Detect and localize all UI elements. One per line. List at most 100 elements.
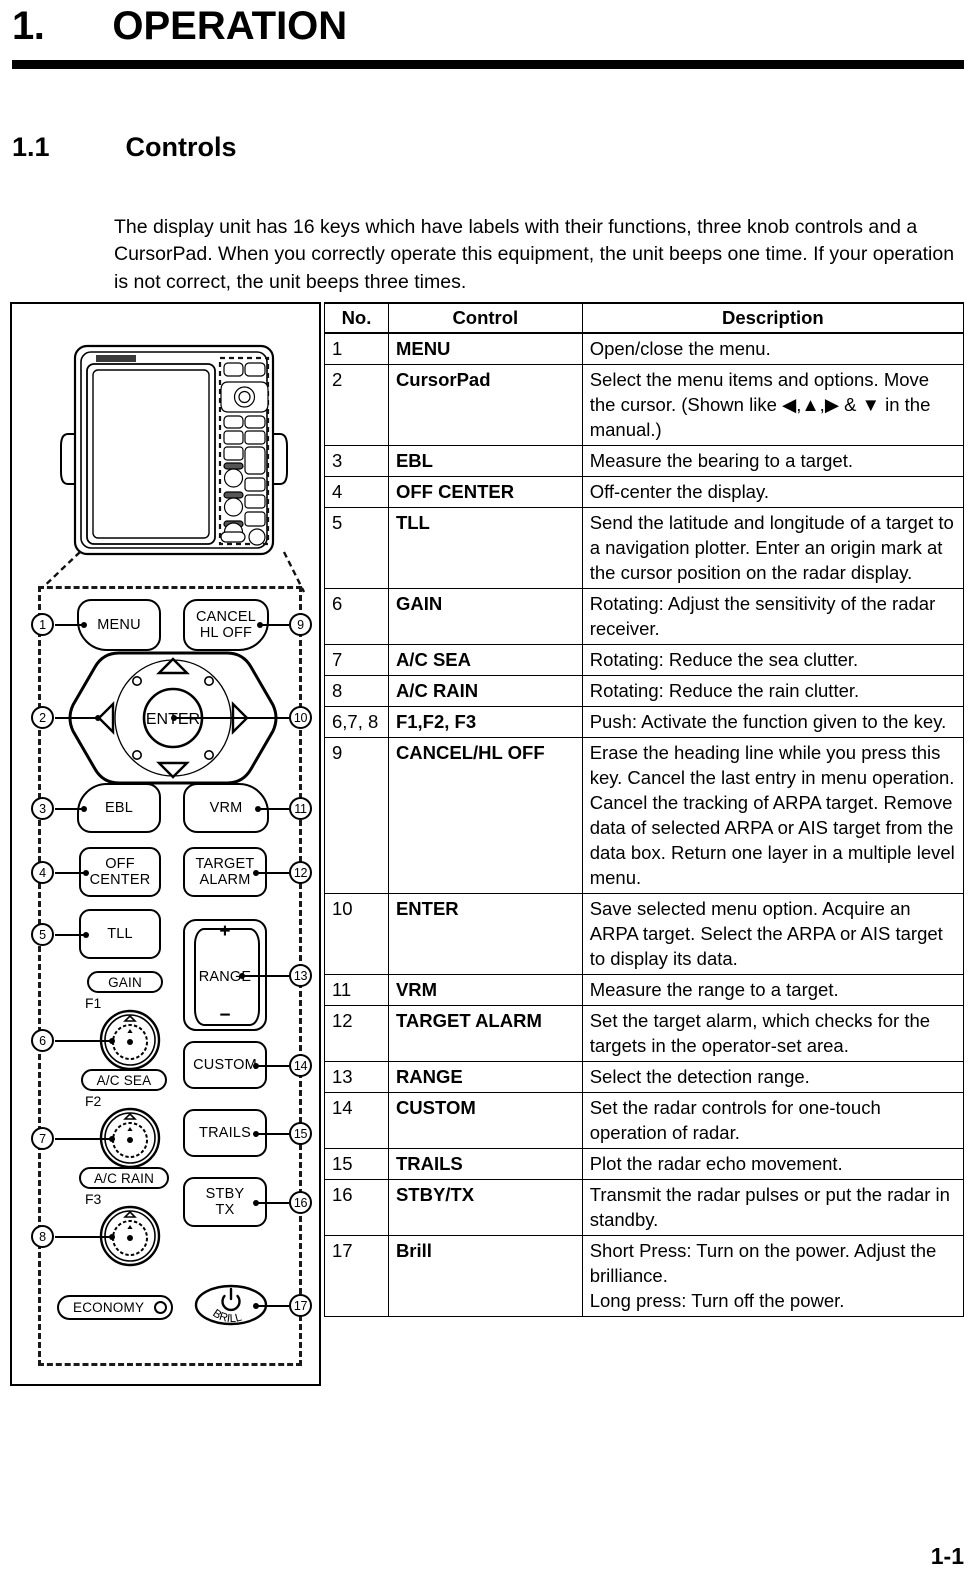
table-row: 16 STBY/TX Transmit the radar pulses or … — [324, 1179, 965, 1236]
table-row: 4 OFF CENTER Off-center the display. — [324, 476, 965, 508]
leader-1 — [55, 621, 87, 629]
callout-4: 4 — [31, 861, 54, 884]
ac-sea-label: A/C SEA — [81, 1069, 167, 1091]
cell-description: Transmit the radar pulses or put the rad… — [581, 1179, 965, 1236]
cell-control: ENTER — [387, 893, 583, 975]
header-control: Control — [387, 302, 583, 334]
cell-control: A/C RAIN — [387, 675, 583, 707]
table-row: 17 Brill Short Press: Turn on the power.… — [324, 1235, 965, 1317]
table-row: 11 VRM Measure the range to a target. — [324, 974, 965, 1006]
custom-key-label: CUSTOM — [193, 1057, 257, 1073]
menu-key[interactable]: MENU — [77, 599, 161, 651]
cell-control: OFF CENTER — [387, 476, 583, 508]
section-number: 1.1 — [12, 132, 50, 162]
leader-10 — [171, 714, 289, 722]
cell-control: CursorPad — [387, 364, 583, 446]
trails-key-label: TRAILS — [199, 1125, 251, 1141]
leader-3 — [55, 805, 87, 813]
leader-11 — [255, 805, 289, 813]
cursorpad-dot-tr — [204, 675, 215, 686]
cell-no: 10 — [324, 893, 389, 975]
cell-description: Erase the heading line while you press t… — [581, 737, 965, 894]
leader-8 — [55, 1233, 115, 1241]
furuno-logo-badge — [96, 355, 136, 362]
ac-rain-label: A/C RAIN — [79, 1167, 169, 1189]
table-body: 1 MENU Open/close the menu. 2 CursorPad … — [324, 332, 965, 1317]
table-row: 1 MENU Open/close the menu. — [324, 332, 965, 365]
callout-17: 17 — [289, 1294, 312, 1317]
table-row: 12 TARGET ALARM Set the target alarm, wh… — [324, 1005, 965, 1062]
callout-8: 8 — [31, 1225, 54, 1248]
cell-description: Rotating: Adjust the sensitivity of the … — [581, 588, 965, 645]
cursorpad-dot-tl — [132, 675, 143, 686]
ac-sea-label-text: A/C SEA — [96, 1072, 152, 1088]
cell-description: Measure the range to a target. — [581, 974, 965, 1006]
cell-description: Plot the radar echo movement. — [581, 1148, 965, 1180]
callout-13: 13 — [289, 964, 312, 987]
callout-6: 6 — [31, 1029, 54, 1052]
callout-1: 1 — [31, 613, 54, 636]
page-number: 1-1 — [930, 1543, 964, 1569]
cell-control: CUSTOM — [387, 1092, 583, 1149]
callout-14: 14 — [289, 1054, 312, 1077]
radar-display-unit-illustration — [60, 344, 288, 556]
cell-control: A/C SEA — [387, 644, 583, 676]
chapter-rule — [12, 60, 964, 69]
leader-13 — [239, 972, 289, 980]
ebl-key[interactable]: EBL — [77, 783, 161, 833]
table-header-row: No. Control Description — [324, 302, 965, 334]
leader-17 — [253, 1302, 289, 1310]
cell-control: Brill — [387, 1235, 583, 1317]
table-row: 3 EBL Measure the bearing to a target. — [324, 445, 965, 477]
cell-description: Send the latitude and longitude of a tar… — [581, 507, 965, 589]
ac-rain-label-text: A/C RAIN — [93, 1170, 155, 1186]
table-row: 13 RANGE Select the detection range. — [324, 1061, 965, 1093]
cell-description: Save selected menu option. Acquire an AR… — [581, 893, 965, 975]
intro-paragraph: The display unit has 16 keys which have … — [114, 215, 955, 293]
cell-control: TARGET ALARM — [387, 1005, 583, 1062]
chapter-number: 1. — [12, 4, 45, 48]
menu-key-label: MENU — [97, 617, 141, 633]
cell-no: 5 — [324, 507, 389, 589]
cell-no: 17 — [324, 1235, 389, 1317]
cell-no: 14 — [324, 1092, 389, 1149]
cancel-key-label-line1: CANCEL — [195, 609, 257, 625]
knob-leader-dot — [127, 1137, 133, 1143]
table-row: 2 CursorPad Select the menu items and op… — [324, 364, 965, 446]
cell-control: F1,F2, F3 — [387, 706, 583, 738]
gain-label-text: GAIN — [108, 974, 142, 990]
target-alarm-label-line2: ALARM — [199, 872, 251, 888]
range-plus-label: + — [219, 921, 231, 942]
range-minus-label: − — [219, 1005, 231, 1026]
off-center-key[interactable]: OFF CENTER — [79, 847, 161, 897]
table-row: 9 CANCEL/HL OFF Erase the heading line w… — [324, 737, 965, 894]
stby-key-label-line2: TX — [215, 1202, 235, 1218]
section-heading: 1.1 Controls — [12, 132, 237, 163]
callout-11: 11 — [289, 797, 312, 820]
cell-control: RANGE — [387, 1061, 583, 1093]
vrm-key-label: VRM — [209, 800, 243, 816]
callout-5: 5 — [31, 923, 54, 946]
cell-no: 8 — [324, 675, 389, 707]
cell-control: TRAILS — [387, 1148, 583, 1180]
table-row: 8 A/C RAIN Rotating: Reduce the rain clu… — [324, 675, 965, 707]
cell-no: 13 — [324, 1061, 389, 1093]
economy-lamp-icon — [154, 1301, 168, 1314]
cell-description: Measure the bearing to a target. — [581, 445, 965, 477]
leader-14 — [253, 1062, 289, 1070]
cell-no: 9 — [324, 737, 389, 894]
leader-9 — [257, 621, 289, 629]
callout-7: 7 — [31, 1127, 54, 1150]
cell-no: 15 — [324, 1148, 389, 1180]
cell-description: Push: Activate the function given to the… — [581, 706, 965, 738]
cell-description: Open/close the menu. — [581, 332, 965, 365]
callout-3: 3 — [31, 797, 54, 820]
tll-key-label: TLL — [107, 926, 133, 942]
cell-description: Short Press: Turn on the power. Adjust t… — [581, 1235, 965, 1317]
table-row: 5 TLL Send the latitude and longitude of… — [324, 507, 965, 589]
cell-control: TLL — [387, 507, 583, 589]
economy-label-text: ECONOMY — [73, 1300, 145, 1315]
tll-key[interactable]: TLL — [79, 909, 161, 959]
cell-no: 11 — [324, 974, 389, 1006]
cell-control: VRM — [387, 974, 583, 1006]
